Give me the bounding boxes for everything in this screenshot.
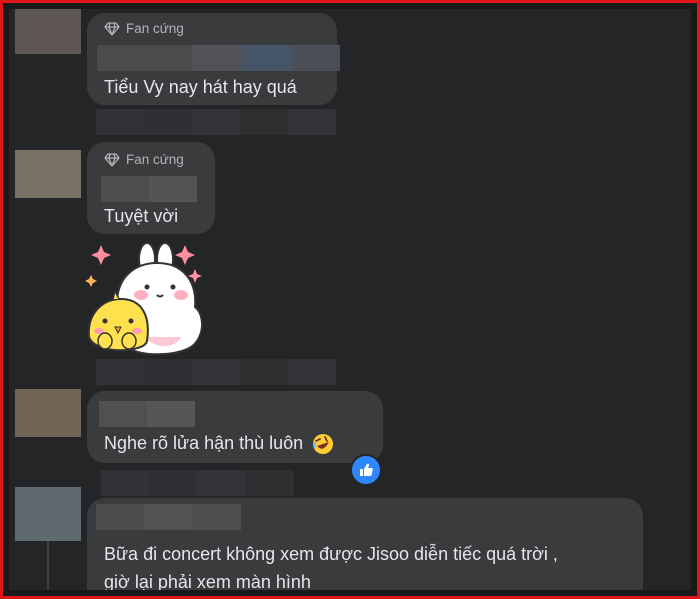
badge-label: Fan cứng <box>126 152 184 167</box>
screenshot-frame: Fan cứng Tiểu Vy nay hát hay quá Fan cứn… <box>0 0 700 599</box>
comment-text-content: Nghe rõ lửa hận thù luôn <box>104 433 304 453</box>
comment-bubble: Nghe rõ lửa hận thù luôn <box>87 391 383 463</box>
comment-bubble: Fan cứng Tiểu Vy nay hát hay quá <box>87 13 340 105</box>
fan-badge[interactable]: Fan cứng <box>104 21 184 36</box>
blurred-comment-actions <box>96 359 336 385</box>
thread-line <box>47 541 49 590</box>
like-icon <box>360 463 373 476</box>
blurred-username <box>96 504 241 530</box>
comment-text-line-1: Bữa đi concert không xem được Jisoo diễn… <box>104 544 558 564</box>
bunny-chick-sticker[interactable] <box>85 237 209 355</box>
avatar[interactable] <box>15 150 81 198</box>
comment-text: Tiểu Vy nay hát hay quá <box>104 77 297 97</box>
comment-text: Nghe rõ lửa hận thù luôn <box>104 433 334 455</box>
avatar[interactable] <box>15 9 81 54</box>
blurred-comment-actions <box>101 470 294 496</box>
comment-bubble: Bữa đi concert không xem được Jisoo diễn… <box>87 498 643 590</box>
rolling-on-floor-laughing-emoji <box>313 434 334 455</box>
blurred-comment-actions <box>96 109 336 135</box>
diamond-icon <box>104 152 120 167</box>
avatar[interactable] <box>15 487 81 541</box>
comment-list: Fan cứng Tiểu Vy nay hát hay quá Fan cứn… <box>9 9 691 590</box>
avatar[interactable] <box>15 389 81 437</box>
comment-text-line-2: giờ lại phải xem màn hình <box>104 572 311 590</box>
like-reaction[interactable] <box>350 454 382 486</box>
blurred-username <box>99 401 195 427</box>
blurred-username <box>97 45 340 71</box>
badge-label: Fan cứng <box>126 21 184 36</box>
comment-text: Tuyệt vời <box>104 206 179 226</box>
diamond-icon <box>104 21 120 36</box>
comment-bubble: Fan cứng Tuyệt vời <box>87 142 215 234</box>
fan-badge[interactable]: Fan cứng <box>104 152 184 167</box>
blurred-username <box>101 176 197 202</box>
